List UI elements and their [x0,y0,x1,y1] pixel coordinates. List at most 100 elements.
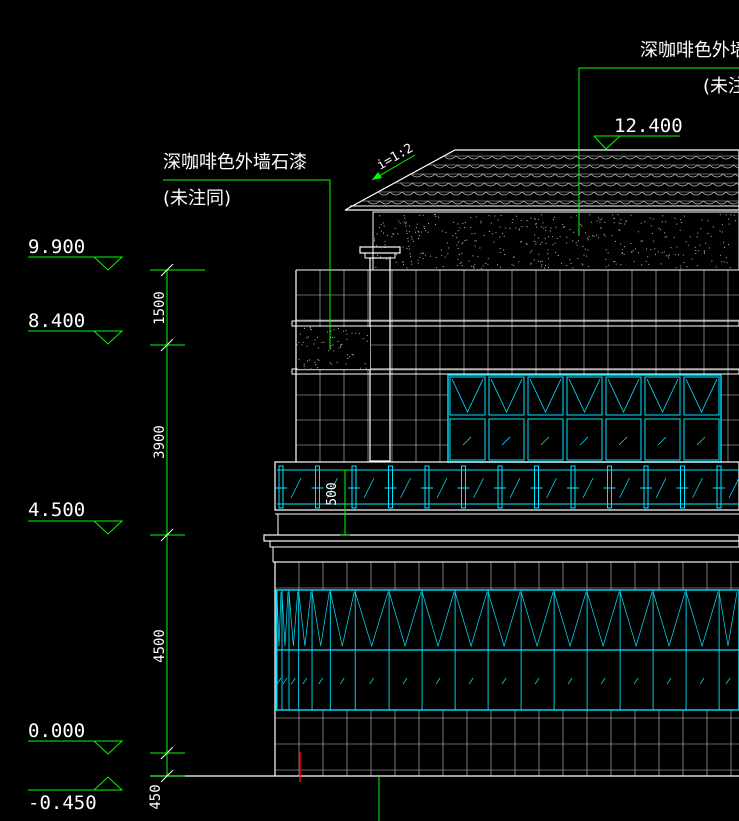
texture-dot [624,223,626,225]
texture-dot [655,253,657,255]
texture-dot [462,222,464,224]
texture-dot [584,248,586,250]
texture-dot [587,237,589,239]
texture-dot [402,261,404,263]
texture-dot [399,222,401,224]
texture-dot [474,264,476,266]
texture-dot [667,255,669,257]
texture-dot [405,225,407,227]
texture-dot [313,343,315,345]
texture-dot [540,214,542,216]
texture-dot [407,238,409,240]
texture-dot [455,232,457,234]
texture-dot [547,253,549,255]
texture-dot [464,227,466,229]
texture-dot [687,244,689,246]
texture-dot [441,254,443,256]
dim-3900: 3900 [152,425,168,459]
texture-dot [466,239,468,241]
texture-dot [700,228,702,230]
texture-dot [499,252,501,254]
texture-dot [376,233,378,235]
texture-dot [340,346,342,348]
texture-dot [383,232,385,234]
texture-dot [668,257,670,259]
texture-dot [620,264,622,266]
texture-dot [436,267,438,269]
texture-dot [646,248,648,250]
texture-dot [679,229,681,231]
texture-dot [633,261,635,263]
texture-dot [551,236,553,238]
texture-dot [473,267,475,269]
texture-dot [661,252,663,254]
texture-dot [680,221,682,223]
texture-dot [603,234,605,236]
texture-dot [650,225,652,227]
note-subtext: (未注同) [163,188,231,209]
texture-dot [456,236,458,238]
texture-dot [555,251,557,253]
texture-dot [410,256,412,258]
texture-dot [409,253,411,255]
texture-dot [374,240,376,242]
texture-dot [566,236,568,238]
texture-dot [499,236,501,238]
texture-dot [391,236,393,238]
texture-dot [515,215,517,217]
texture-dot [548,236,550,238]
texture-dot [589,214,591,216]
texture-dot [545,226,547,228]
texture-dot [444,256,446,258]
texture-dot [556,237,558,239]
texture-dot [403,215,405,217]
texture-dot [509,227,511,229]
texture-dot [511,263,513,265]
texture-dot [673,236,675,238]
texture-dot [630,214,632,216]
texture-dot [537,218,539,220]
texture-dot [457,258,459,260]
texture-dot [402,246,404,248]
texture-dot [404,222,406,224]
texture-dot [416,227,418,229]
texture-dot [541,264,543,266]
texture-dot [613,261,615,263]
texture-dot [658,227,660,229]
texture-dot [503,235,505,237]
texture-dot [614,260,616,262]
texture-dot [457,229,459,231]
texture-dot [424,227,426,229]
texture-dot [475,216,477,218]
texture-dot [317,336,319,338]
texture-dot [406,267,408,269]
texture-dot [608,264,610,266]
texture-dot [493,241,495,243]
texture-dot [559,236,561,238]
texture-dot [412,240,414,242]
texture-dot [403,221,405,223]
texture-dot [417,237,419,239]
texture-dot [570,216,572,218]
texture-dot [620,243,622,245]
texture-dot [328,350,330,352]
texture-dot [538,237,540,239]
texture-dot [549,230,551,232]
texture-dot [733,214,735,216]
texture-dot [461,243,463,245]
texture-dot [715,266,717,268]
texture-dot [583,254,585,256]
elevation-label: 8.400 [28,310,85,332]
texture-dot [541,260,543,262]
lower-window-bank [275,589,739,711]
texture-dot [664,232,666,234]
texture-dot [662,215,664,217]
texture-dot [719,230,721,232]
texture-dot [625,220,627,222]
texture-dot [488,230,490,232]
texture-dot [460,261,462,263]
texture-dot [586,255,588,257]
texture-dot [647,256,649,258]
texture-dot [729,267,731,269]
texture-dot [545,229,547,231]
